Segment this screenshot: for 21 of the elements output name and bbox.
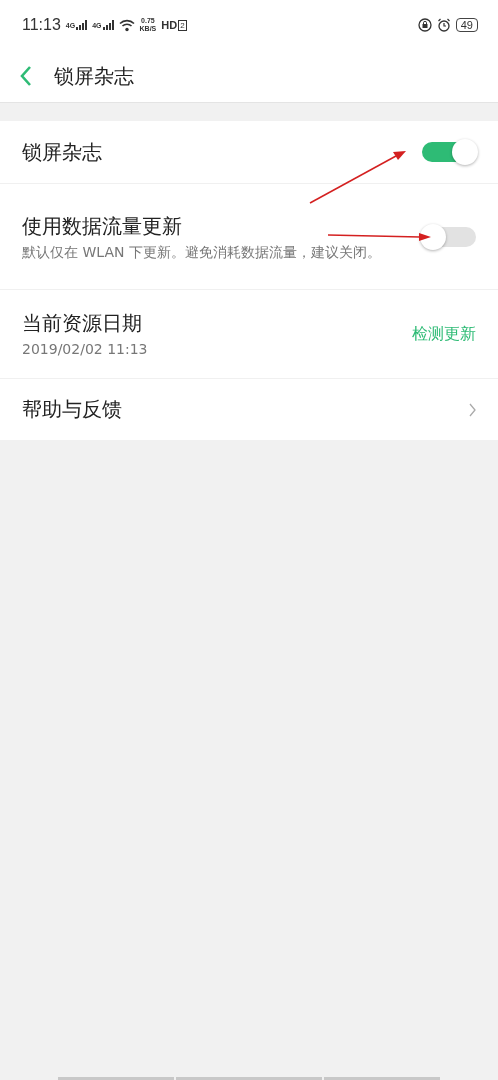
chevron-right-icon[interactable] [469, 402, 476, 417]
setting-title: 锁屏杂志 [22, 138, 102, 166]
check-update-link[interactable]: 检测更新 [412, 323, 476, 345]
setting-title: 使用数据流量更新 [22, 212, 183, 240]
page-title: 锁屏杂志 [54, 62, 134, 90]
status-time: 11:13 [22, 16, 61, 34]
alarm-icon [436, 18, 451, 32]
signal-icon [102, 20, 114, 30]
back-icon[interactable] [20, 65, 32, 87]
setting-description: 默认仅在 WLAN 下更新。避免消耗数据流量，建议关闭。 [22, 242, 381, 261]
lock-rotation-icon [417, 18, 432, 32]
signal-icon [76, 20, 88, 30]
hd-index: 2 [178, 19, 187, 31]
battery-level: 49 [455, 18, 478, 32]
toggle-switch[interactable] [422, 142, 476, 162]
setting-title: 帮助与反馈 [22, 396, 122, 423]
setting-description: 2019/02/02 11:13 [22, 340, 148, 358]
wifi-icon [118, 18, 135, 32]
toggle-switch[interactable] [422, 226, 476, 247]
setting-title: 当前资源日期 [22, 310, 143, 337]
hd-label: HD [161, 19, 178, 31]
